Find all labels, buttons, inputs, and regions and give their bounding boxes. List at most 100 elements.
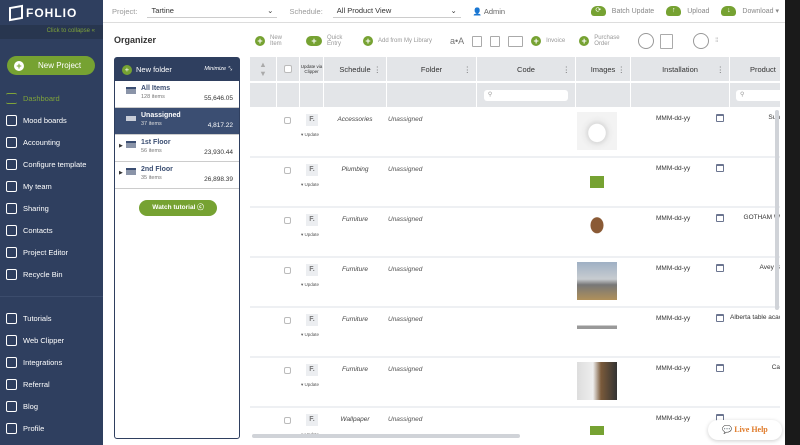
row-checkbox[interactable] xyxy=(284,267,291,274)
column-menu-icon[interactable]: ⋮ xyxy=(374,65,382,74)
product-image[interactable] xyxy=(577,212,617,250)
admin-user[interactable]: 👤 Admin xyxy=(473,7,505,16)
product-cell[interactable]: GOTHAM W xyxy=(730,213,780,222)
upload-button[interactable]: ↑ Upload xyxy=(666,6,709,16)
sidebar-item-recycle-bin[interactable]: Recycle Bin xyxy=(0,263,103,285)
expand-icon[interactable]: ▶ xyxy=(119,143,123,149)
sidebar-item-referral[interactable]: Referral xyxy=(0,373,103,395)
calendar-icon[interactable] xyxy=(716,164,724,172)
folder-item[interactable]: All Items 128 items 55,646.05 xyxy=(115,81,239,108)
column-menu-icon[interactable]: ⋮ xyxy=(717,65,725,74)
font-size-button[interactable]: a•A xyxy=(450,36,464,46)
fohlio-logo[interactable]: FOHLIO xyxy=(0,0,103,25)
schedule-cell[interactable]: Accessories xyxy=(323,116,387,123)
sidebar-item-mood-boards[interactable]: Mood boards xyxy=(0,109,103,131)
installation-cell[interactable]: MMM-dd-yy xyxy=(656,315,690,322)
sidebar-item-web-clipper[interactable]: Web Clipper xyxy=(0,329,103,351)
sidebar-item-accounting[interactable]: Accounting xyxy=(0,131,103,153)
schedule-cell[interactable]: Furniture xyxy=(323,316,387,323)
move-icon[interactable] xyxy=(508,35,524,47)
add-image-button[interactable] xyxy=(577,162,617,200)
product-image[interactable] xyxy=(577,112,617,150)
folder-cell[interactable]: Unassigned xyxy=(388,366,422,373)
expand-icon[interactable]: ▶ xyxy=(119,170,123,176)
calendar-icon[interactable] xyxy=(716,314,724,322)
table-row[interactable]: F. ▾ Update Furniture Unassigned MMM-dd-yy Av… xyxy=(250,258,780,308)
project-select[interactable]: Tartine ⌄ xyxy=(147,4,278,18)
calendar-icon[interactable] xyxy=(716,214,724,222)
table-row[interactable]: F. ▾ Update Plumbing Unassigned MMM-dd-yy xyxy=(250,158,780,208)
purchase-order-button[interactable]: + Purchase Order xyxy=(579,35,624,47)
product-cell[interactable]: Alberta table acacia timb poly-ce xyxy=(730,313,780,322)
schedule-cell[interactable]: Furniture xyxy=(323,216,387,223)
row-checkbox[interactable] xyxy=(284,167,291,174)
installation-cell[interactable]: MMM-dd-yy xyxy=(656,215,690,222)
quick-entry-button[interactable]: + Quick Entry xyxy=(306,35,349,47)
folder-cell[interactable]: Unassigned xyxy=(388,216,422,223)
schedule-cell[interactable]: Furniture xyxy=(323,366,387,373)
installation-cell[interactable]: MMM-dd-yy xyxy=(656,365,690,372)
sidebar-item-configure-template[interactable]: Configure template xyxy=(0,153,103,175)
collapse-sidebar[interactable]: Click to collapse « xyxy=(0,25,103,39)
web-clipper-icon[interactable]: F. xyxy=(306,214,318,226)
update-button[interactable]: ▾ Update xyxy=(301,132,319,138)
sidebar-item-tutorials[interactable]: Tutorials xyxy=(0,307,103,329)
schedule-cell[interactable]: Plumbing xyxy=(323,166,387,173)
product-image[interactable] xyxy=(577,262,617,300)
product-image[interactable] xyxy=(577,362,617,400)
folder-cell[interactable]: Unassigned xyxy=(388,316,422,323)
schedule-cell[interactable]: Furniture xyxy=(323,266,387,273)
schedule-cell[interactable]: Wallpaper xyxy=(323,416,387,423)
installation-cell[interactable]: MMM-dd-yy xyxy=(656,115,690,122)
table-row[interactable]: F. ▾ Update Furniture Unassigned MMM-dd-yy GO… xyxy=(250,208,780,258)
folder-cell[interactable]: Unassigned xyxy=(388,416,422,423)
sidebar-item-dashboard[interactable]: Dashboard xyxy=(0,87,103,109)
web-clipper-icon[interactable]: F. xyxy=(306,114,318,126)
web-clipper-icon[interactable]: F. xyxy=(306,414,318,426)
horizontal-scrollbar[interactable] xyxy=(252,434,520,438)
drag-handle-icon[interactable]: ⁞⁞ xyxy=(715,38,718,44)
update-button[interactable]: ▾ Update xyxy=(301,232,319,238)
add-from-library-button[interactable]: + Add from My Library xyxy=(363,36,436,46)
folder-cell[interactable]: Unassigned xyxy=(388,166,422,173)
col-installation[interactable]: Installation ⋮ xyxy=(631,57,729,81)
vertical-scrollbar[interactable] xyxy=(775,110,779,310)
installation-cell[interactable]: MMM-dd-yy xyxy=(656,265,690,272)
row-checkbox[interactable] xyxy=(284,367,291,374)
folder-item[interactable]: ▶ 1st Floor 56 items 23,930.44 xyxy=(115,135,239,162)
sidebar-item-integrations[interactable]: Integrations xyxy=(0,351,103,373)
row-checkbox[interactable] xyxy=(284,417,291,424)
product-cell[interactable]: Sun xyxy=(730,113,780,122)
minimize-button[interactable]: Minimize ⤡ xyxy=(204,66,232,73)
web-clipper-icon[interactable]: F. xyxy=(306,364,318,376)
table-row[interactable]: F. ▾ Update Accessories Unassigned MMM-dd-yy… xyxy=(250,108,780,158)
new-item-button[interactable]: + New Item xyxy=(255,35,292,47)
add-image-button[interactable] xyxy=(577,412,617,435)
row-checkbox[interactable] xyxy=(284,317,291,324)
calendar-icon[interactable] xyxy=(716,114,724,122)
new-project-button[interactable]: + New Project xyxy=(7,56,95,75)
new-folder-button[interactable]: + New folder xyxy=(122,64,172,75)
web-clipper-icon[interactable]: F. xyxy=(306,264,318,276)
live-help-button[interactable]: 💬 Live Help xyxy=(708,420,782,440)
sidebar-item-my-team[interactable]: My team xyxy=(0,175,103,197)
row-checkbox[interactable] xyxy=(284,117,291,124)
sidebar-item-project-editor[interactable]: Project Editor xyxy=(0,241,103,263)
column-menu-icon[interactable]: ⋮ xyxy=(563,65,571,74)
update-button[interactable]: ▾ Update xyxy=(301,182,319,188)
columns-icon[interactable] xyxy=(638,33,655,49)
batch-update-button[interactable]: ⟳ Batch Update xyxy=(590,6,654,16)
col-update-clipper[interactable]: Update via Clipper xyxy=(300,57,323,81)
menu-circle-icon[interactable] xyxy=(693,33,710,49)
table-row[interactable]: F. ▾ Update Furniture Unassigned MMM-dd-yy Ca xyxy=(250,358,780,408)
sort-handle[interactable]: ▲ ▼ xyxy=(250,57,276,81)
installation-cell[interactable]: MMM-dd-yy xyxy=(656,165,690,172)
col-product[interactable]: Product xyxy=(730,57,780,81)
select-all-checkbox[interactable] xyxy=(277,57,299,81)
schedule-select[interactable]: All Product View ⌄ xyxy=(332,4,461,18)
invoice-button[interactable]: + Invoice xyxy=(531,36,565,46)
update-button[interactable]: ▾ Update xyxy=(301,282,319,288)
clipboard-icon[interactable] xyxy=(660,33,674,49)
product-search-input[interactable]: ⚲ xyxy=(736,89,780,101)
folder-cell[interactable]: Unassigned xyxy=(388,266,422,273)
